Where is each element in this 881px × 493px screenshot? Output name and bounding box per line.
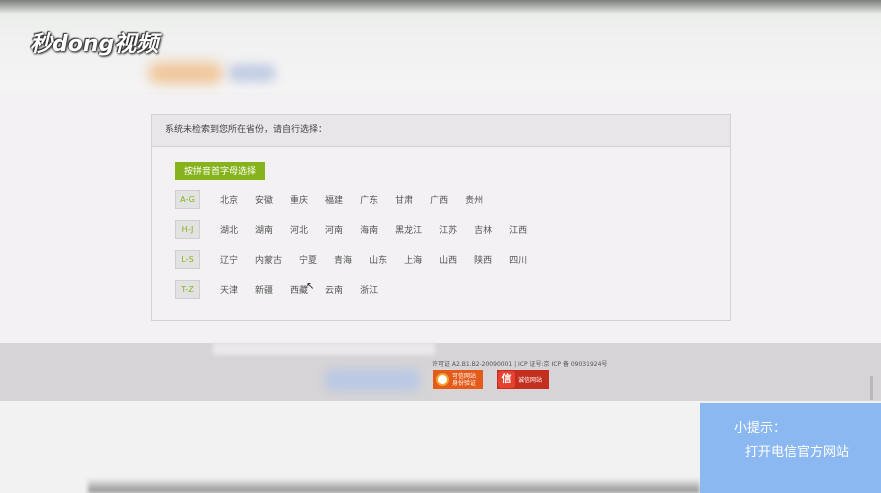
row-label: A-G (175, 190, 200, 209)
integrity-site-text: 诚信网站 (518, 377, 543, 384)
bottom-shadow (88, 478, 700, 493)
province-link[interactable]: 陕西 (474, 253, 492, 266)
footer-glare (213, 343, 435, 355)
province-link[interactable]: 河南 (325, 223, 343, 236)
province-link[interactable]: 甘肃 (395, 193, 413, 206)
province-link[interactable]: 江苏 (439, 223, 457, 236)
province-link[interactable]: 黑龙江 (395, 223, 422, 236)
province-link[interactable]: 辽宁 (220, 253, 238, 266)
integrity-site-badge[interactable]: 信 诚信网站 (497, 370, 549, 389)
mouse-pointer-icon: ↖ (306, 281, 315, 292)
province-link[interactable]: 宁夏 (299, 253, 317, 266)
province-link[interactable]: 新疆 (255, 283, 273, 296)
province-row-l-s: L-S 辽宁 内蒙古 宁夏 青海 山东 上海 山西 陕西 四川 (175, 250, 544, 269)
tip-overlay: 小提示： 打开电信官方网站 (700, 403, 881, 493)
province-link[interactable]: 北京 (220, 193, 238, 206)
row-label: H-J (175, 220, 200, 239)
province-row-a-g: A-G 北京 安徽 重庆 福建 广东 甘肃 广西 贵州 (175, 190, 500, 209)
province-link[interactable]: 江西 (509, 223, 527, 236)
province-link[interactable]: 浙江 (360, 283, 378, 296)
province-link[interactable]: 内蒙古 (255, 253, 282, 266)
province-link[interactable]: 青海 (334, 253, 352, 266)
province-link[interactable]: 山东 (369, 253, 387, 266)
trusted-site-text: 可信网站 身份验证 (452, 372, 477, 387)
scrollbar[interactable] (870, 376, 873, 400)
province-link[interactable]: 广东 (360, 193, 378, 206)
province-link[interactable]: 安徽 (255, 193, 273, 206)
province-link[interactable]: 河北 (290, 223, 308, 236)
province-link[interactable]: 四川 (509, 253, 527, 266)
province-link[interactable]: 湖南 (255, 223, 273, 236)
province-link[interactable]: 湖北 (220, 223, 238, 236)
trusted-site-badge[interactable]: 可信网站 身份验证 (433, 370, 483, 389)
province-panel: 系统未检索到您所在省份，请自行选择： 按拼音首字母选择 A-G 北京 安徽 重庆… (151, 114, 731, 321)
row-label: T-Z (175, 280, 200, 299)
video-logo-text: 秒dong视频 (30, 32, 159, 57)
blurred-nav (228, 64, 276, 82)
license-text: 许可证 A2.B1.B2-20090001 | ICP 证号:京 ICP 备 0… (432, 361, 608, 368)
province-row-t-z: T-Z 天津 新疆 西藏 云南 浙江 (175, 280, 395, 299)
province-link[interactable]: 重庆 (290, 193, 308, 206)
top-shadow (0, 0, 881, 14)
trusted-site-icon (436, 373, 449, 386)
province-link[interactable]: 贵州 (465, 193, 483, 206)
province-link[interactable]: 天津 (220, 283, 238, 296)
video-logo: 秒dong视频 (30, 24, 158, 60)
integrity-site-icon: 信 (498, 371, 515, 388)
blurred-footer-logo (325, 369, 420, 391)
province-link[interactable]: 吉林 (474, 223, 492, 236)
province-link[interactable]: 海南 (360, 223, 378, 236)
row-label: L-S (175, 250, 200, 269)
province-link[interactable]: 云南 (325, 283, 343, 296)
province-link[interactable]: 福建 (325, 193, 343, 206)
tip-title: 小提示： (734, 421, 787, 436)
panel-header: 系统未检索到您所在省份，请自行选择： (152, 115, 730, 147)
province-link[interactable]: 山西 (439, 253, 457, 266)
tip-text: 打开电信官方网站 (745, 445, 850, 460)
province-link[interactable]: 上海 (404, 253, 422, 266)
pinyin-select-button[interactable]: 按拼音首字母选择 (175, 162, 265, 180)
blurred-logo (148, 62, 223, 84)
province-link[interactable]: 广西 (430, 193, 448, 206)
page-footer: 许可证 A2.B1.B2-20090001 | ICP 证号:京 ICP 备 0… (0, 343, 881, 401)
province-row-h-j: H-J 湖北 湖南 河北 河南 海南 黑龙江 江苏 吉林 江西 (175, 220, 544, 239)
